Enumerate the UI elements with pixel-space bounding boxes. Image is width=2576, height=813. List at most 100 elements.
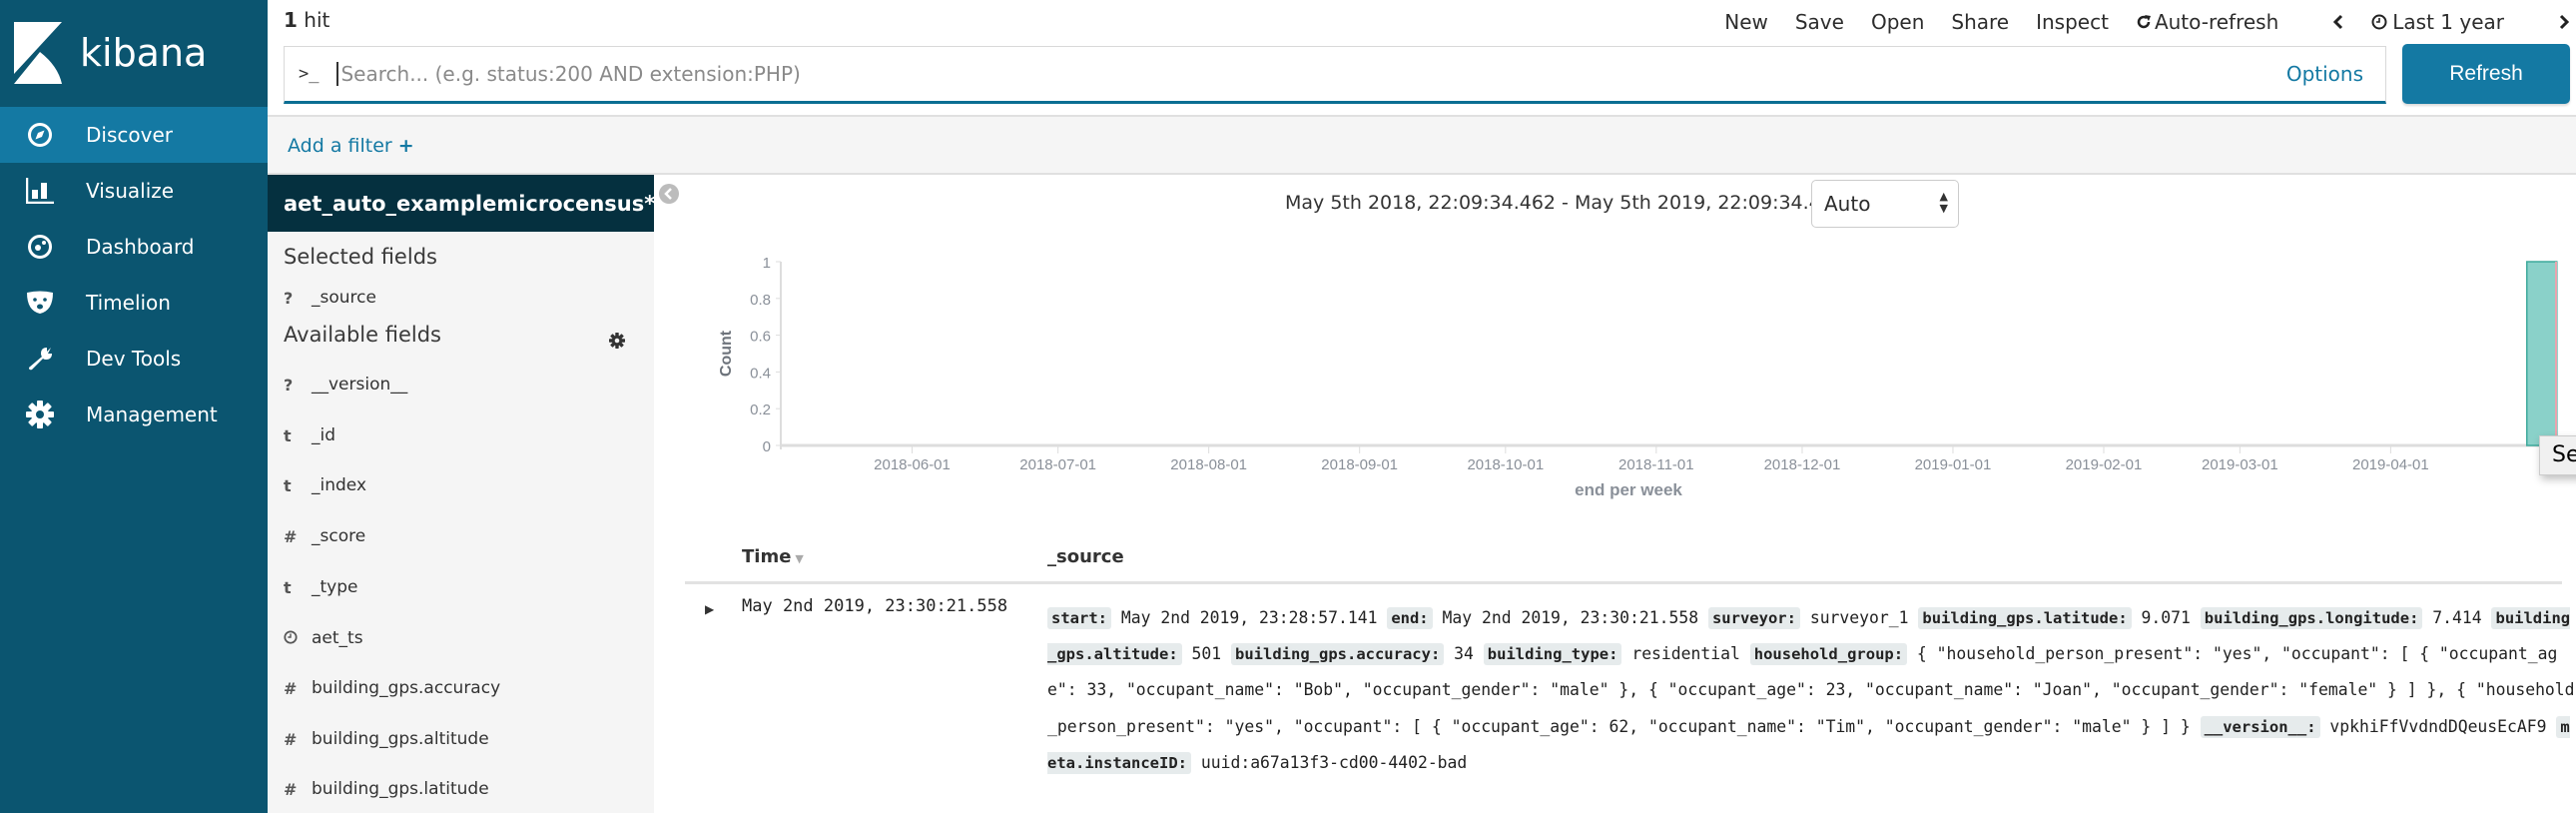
- x-tick-label: 2018-12-01: [1764, 456, 1841, 473]
- unknown-type-icon: ?: [284, 375, 294, 395]
- hit-count-label: hit: [297, 8, 330, 32]
- column-header-source: _source: [1047, 546, 1124, 567]
- field-name: _index: [312, 475, 367, 495]
- nav-item-management[interactable]: Management: [0, 387, 268, 442]
- available-field-item[interactable]: # building_gps.accuracy: [284, 678, 500, 698]
- x-axis-label: end per week: [1575, 480, 1682, 499]
- available-field-item[interactable]: aet_ts: [284, 628, 363, 648]
- source-key: building_gps.longitude:: [2200, 607, 2423, 629]
- available-field-item[interactable]: ? __version__: [284, 375, 407, 395]
- chevron-right-icon: [2559, 14, 2570, 30]
- interval-select[interactable]: Auto ▲ ▼: [1811, 180, 1959, 228]
- inspect-button[interactable]: Inspect: [2036, 10, 2109, 34]
- interval-value: Auto: [1824, 192, 1871, 216]
- source-value: 7.414: [2422, 608, 2492, 627]
- open-button[interactable]: Open: [1871, 10, 1924, 34]
- y-tick-label: 0.6: [750, 329, 771, 346]
- share-button[interactable]: Share: [1951, 10, 2009, 34]
- source-key: household_group:: [1749, 643, 1908, 666]
- add-filter-button[interactable]: Add a filter +: [288, 135, 414, 157]
- time-picker-button[interactable]: Last 1 year: [2371, 10, 2531, 34]
- field-name: __version__: [312, 375, 408, 395]
- expand-row-caret-icon[interactable]: ▶: [705, 602, 714, 616]
- auto-refresh-label: Auto-refresh: [2154, 10, 2279, 34]
- selected-field-item[interactable]: ? _source: [284, 288, 376, 308]
- time-range-text: May 5th 2018, 22:09:34.462 - May 5th 201…: [1285, 192, 1870, 214]
- string-type-icon: t: [284, 425, 292, 445]
- search-input[interactable]: [336, 62, 2135, 86]
- source-key: building_gps.latitude:: [1918, 607, 2132, 629]
- chart-tooltip: Se: [2539, 435, 2576, 475]
- sort-down-icon[interactable]: ▼: [795, 552, 803, 565]
- plus-icon: +: [397, 135, 414, 157]
- query-bar: >_ Options: [284, 46, 2386, 104]
- nav-label: Visualize: [86, 179, 175, 203]
- x-tick-label: 2018-09-01: [1321, 456, 1398, 473]
- refresh-icon: [2137, 15, 2151, 29]
- nav-item-visualize[interactable]: Visualize: [0, 163, 268, 219]
- save-button[interactable]: Save: [1795, 10, 1844, 34]
- histogram-bar: [2526, 261, 2558, 446]
- histogram-chart[interactable]: 0 0.2 0.4 0.6 0.8 1 2018-06-01 2018-07-01 2018-0…: [679, 240, 2576, 509]
- available-field-item[interactable]: # building_gps.altitude: [284, 729, 489, 749]
- source-value: 9.071: [2131, 608, 2201, 627]
- collapse-sidebar-button[interactable]: [659, 184, 679, 204]
- y-tick-label: 0.4: [750, 365, 771, 382]
- nav-item-discover[interactable]: Discover: [0, 107, 268, 163]
- source-value: uuid:a67a13f3-cd00-4402-bad: [1190, 752, 1468, 772]
- x-tick-label: 2019-04-01: [2352, 456, 2429, 473]
- x-tick-label: 2018-07-01: [1019, 456, 1096, 473]
- source-key: building_type:: [1483, 643, 1622, 666]
- field-name: _score: [312, 526, 366, 546]
- unknown-type-icon: ?: [284, 288, 294, 308]
- index-pattern-title[interactable]: aet_auto_examplemicrocensus*: [268, 175, 655, 232]
- date-type-clock-icon: [284, 629, 312, 648]
- nav-item-dev-tools[interactable]: Dev Tools: [0, 331, 268, 387]
- side-nav: kibana Discover Visualize Dashboard Time…: [0, 0, 268, 813]
- x-tick-label: 2018-08-01: [1170, 456, 1247, 473]
- number-type-icon: #: [284, 526, 298, 546]
- nav-label: Management: [86, 403, 218, 426]
- chevron-left-icon: [664, 188, 672, 200]
- y-tick-label: 0: [763, 438, 771, 455]
- number-type-icon: #: [284, 678, 298, 698]
- nav-item-dashboard[interactable]: Dashboard: [0, 219, 268, 275]
- refresh-button[interactable]: Refresh: [2402, 44, 2570, 104]
- field-name: aet_ts: [312, 628, 363, 648]
- field-settings-gear-icon[interactable]: [609, 333, 625, 353]
- available-field-item[interactable]: t _index: [284, 475, 366, 495]
- nav-item-timelion[interactable]: Timelion: [0, 275, 268, 331]
- source-value: May 2nd 2019, 23:28:57.141: [1111, 608, 1388, 627]
- new-button[interactable]: New: [1724, 10, 1768, 34]
- query-prompt-icon: >_: [299, 64, 320, 84]
- options-link[interactable]: Options: [2286, 62, 2363, 86]
- available-field-item[interactable]: t _id: [284, 425, 335, 445]
- source-value: residential: [1621, 644, 1750, 664]
- column-label: Time: [742, 546, 792, 567]
- nav-label: Dashboard: [86, 235, 195, 259]
- field-name: building_gps.altitude: [312, 729, 489, 749]
- source-value: surveyor_1: [1799, 608, 1919, 627]
- hit-count: 1 hit: [284, 8, 329, 32]
- select-arrows-icon: ▲ ▼: [1939, 190, 1948, 215]
- available-field-item[interactable]: t _type: [284, 577, 357, 597]
- number-type-icon: #: [284, 779, 298, 799]
- field-name: _id: [312, 425, 336, 445]
- kibana-logo[interactable]: kibana: [14, 22, 207, 84]
- auto-refresh-button[interactable]: Auto-refresh: [2136, 10, 2305, 34]
- source-key: surveyor:: [1707, 607, 1800, 629]
- compass-icon: [20, 122, 60, 148]
- available-field-item[interactable]: # building_gps.latitude: [284, 779, 489, 799]
- field-name: _source: [312, 288, 376, 308]
- string-type-icon: t: [284, 577, 292, 597]
- hit-count-number: 1: [284, 8, 298, 32]
- available-field-item[interactable]: # _score: [284, 526, 365, 546]
- clock-icon: [2371, 14, 2387, 30]
- time-back-button[interactable]: [2332, 14, 2344, 30]
- time-forward-button[interactable]: [2558, 14, 2570, 30]
- nav-label: Timelion: [86, 291, 171, 315]
- column-header-time[interactable]: Time ▼: [742, 546, 804, 567]
- brand-name: kibana: [80, 31, 208, 75]
- y-tick-label: 0.8: [750, 292, 771, 309]
- gear-icon: [20, 401, 60, 428]
